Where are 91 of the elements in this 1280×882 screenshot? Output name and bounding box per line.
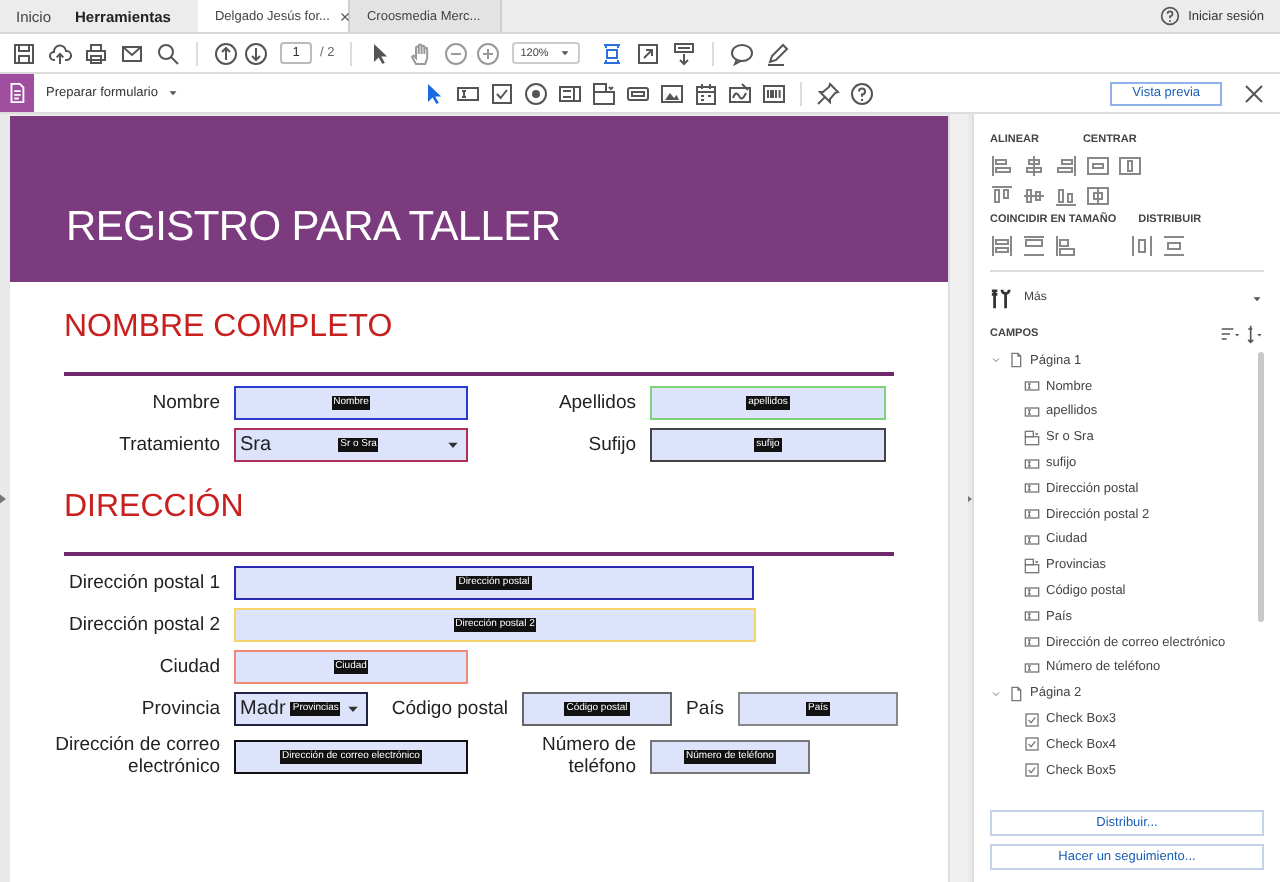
text-field-icon[interactable] [456,81,480,105]
page-icon[interactable] [1008,352,1024,369]
checkbox-icon[interactable] [1024,762,1040,779]
sort-order-icon[interactable] [1244,324,1264,344]
align-bottom-icon[interactable] [1054,183,1078,207]
distribute-horizontal-icon[interactable] [1130,233,1154,257]
fullscreen-icon[interactable] [636,41,661,65]
center-both-icon[interactable] [1086,183,1110,207]
checkbox-icon[interactable] [1024,736,1040,753]
document-title: REGISTRO PARA TALLER [66,203,561,251]
text-field-icon[interactable] [1024,659,1040,676]
text-field-icon[interactable] [1024,506,1040,523]
align-center-icon[interactable] [1022,153,1046,177]
field-label: País [685,698,724,720]
text-field-icon[interactable] [1024,583,1040,600]
checkbox-icon[interactable] [1024,711,1040,728]
dropdown-field-icon[interactable] [1024,557,1040,574]
pen-icon[interactable] [766,41,791,65]
button-field-icon[interactable] [626,81,650,105]
text-field-icon[interactable] [1024,403,1040,420]
field-label: Provincia [141,698,220,720]
text-field-icon[interactable] [1024,531,1040,548]
field-label: Nombre [152,392,220,414]
field-label: Tratamiento [119,434,220,456]
image-icon[interactable] [660,81,684,105]
scrollbar[interactable] [948,114,968,882]
help-icon[interactable] [850,81,874,105]
signature-icon[interactable] [728,81,752,105]
barcode-icon[interactable] [762,81,786,105]
text-field-icon[interactable] [1024,608,1040,625]
page-icon[interactable] [1008,685,1024,702]
field-label: Ciudad [159,656,220,678]
tools-icon [990,287,1012,309]
close-icon[interactable] [337,9,352,23]
text-field-icon[interactable] [1024,634,1040,651]
zoom-in-icon[interactable] [476,41,501,65]
fit-page-icon[interactable] [600,41,625,65]
close-icon[interactable] [1242,81,1266,105]
form-tool-icon[interactable] [0,74,34,112]
section-heading: DIRECCIÓN [64,488,246,528]
section-heading: NOMBRE COMPLETO [64,308,395,348]
radio-button-icon[interactable] [524,81,548,105]
zoom-out-icon[interactable] [444,41,469,65]
pin-icon[interactable] [816,81,840,105]
cursor-icon[interactable] [422,81,446,105]
center-horizontal-icon[interactable] [1086,153,1110,177]
field-label: Dirección postal 1 [68,572,220,594]
scrollbar[interactable] [1258,352,1264,622]
help-icon[interactable] [1160,6,1181,26]
calendar-icon[interactable] [694,81,718,105]
caret-icon [558,46,573,60]
field-label: Dirección postal 2 [68,614,220,636]
hand-icon[interactable] [408,41,433,65]
field-label: Código postal [391,698,508,720]
arrow-up-circle-icon[interactable] [214,41,238,65]
caret-icon[interactable] [346,702,360,716]
field-value: Madr [240,698,286,720]
text-field-icon[interactable] [1024,455,1040,472]
field-value: Sra [240,434,272,456]
align-middle-icon[interactable] [1022,183,1046,207]
save-icon[interactable] [12,41,36,65]
expand-handle-icon[interactable] [0,493,6,503]
caret-icon [166,86,180,100]
distribute-vertical-icon[interactable] [1162,233,1186,257]
field-label: Sufijo [588,434,636,456]
field-label: Apellidos [558,392,636,414]
field-label: Número de teléfono [540,734,636,778]
field-label: Dirección de correo electrónico [53,734,220,778]
align-right-icon[interactable] [1054,153,1078,177]
sort-icon[interactable] [1220,324,1240,344]
same-size-icon[interactable] [1054,233,1078,257]
print-icon[interactable] [84,41,108,65]
comment-icon[interactable] [730,41,755,65]
dropdown-field-icon[interactable] [592,81,616,105]
search-icon[interactable] [156,41,180,65]
checkbox-icon[interactable] [490,81,514,105]
align-top-icon[interactable] [990,183,1014,207]
text-field-icon[interactable] [1024,480,1040,497]
caret-icon [1250,291,1264,305]
caret-icon[interactable] [446,438,460,452]
same-height-icon[interactable] [1022,233,1046,257]
list-box-icon[interactable] [558,81,582,105]
arrow-down-circle-icon[interactable] [244,41,268,65]
align-left-icon[interactable] [990,153,1014,177]
text-field-icon[interactable] [1024,378,1040,395]
center-vertical-icon[interactable] [1118,153,1142,177]
mail-icon[interactable] [120,41,144,65]
same-width-icon[interactable] [990,233,1014,257]
scroll-mode-icon[interactable] [672,41,697,65]
dropdown-field-icon[interactable] [1024,429,1040,446]
cloud-upload-icon[interactable] [48,41,72,65]
